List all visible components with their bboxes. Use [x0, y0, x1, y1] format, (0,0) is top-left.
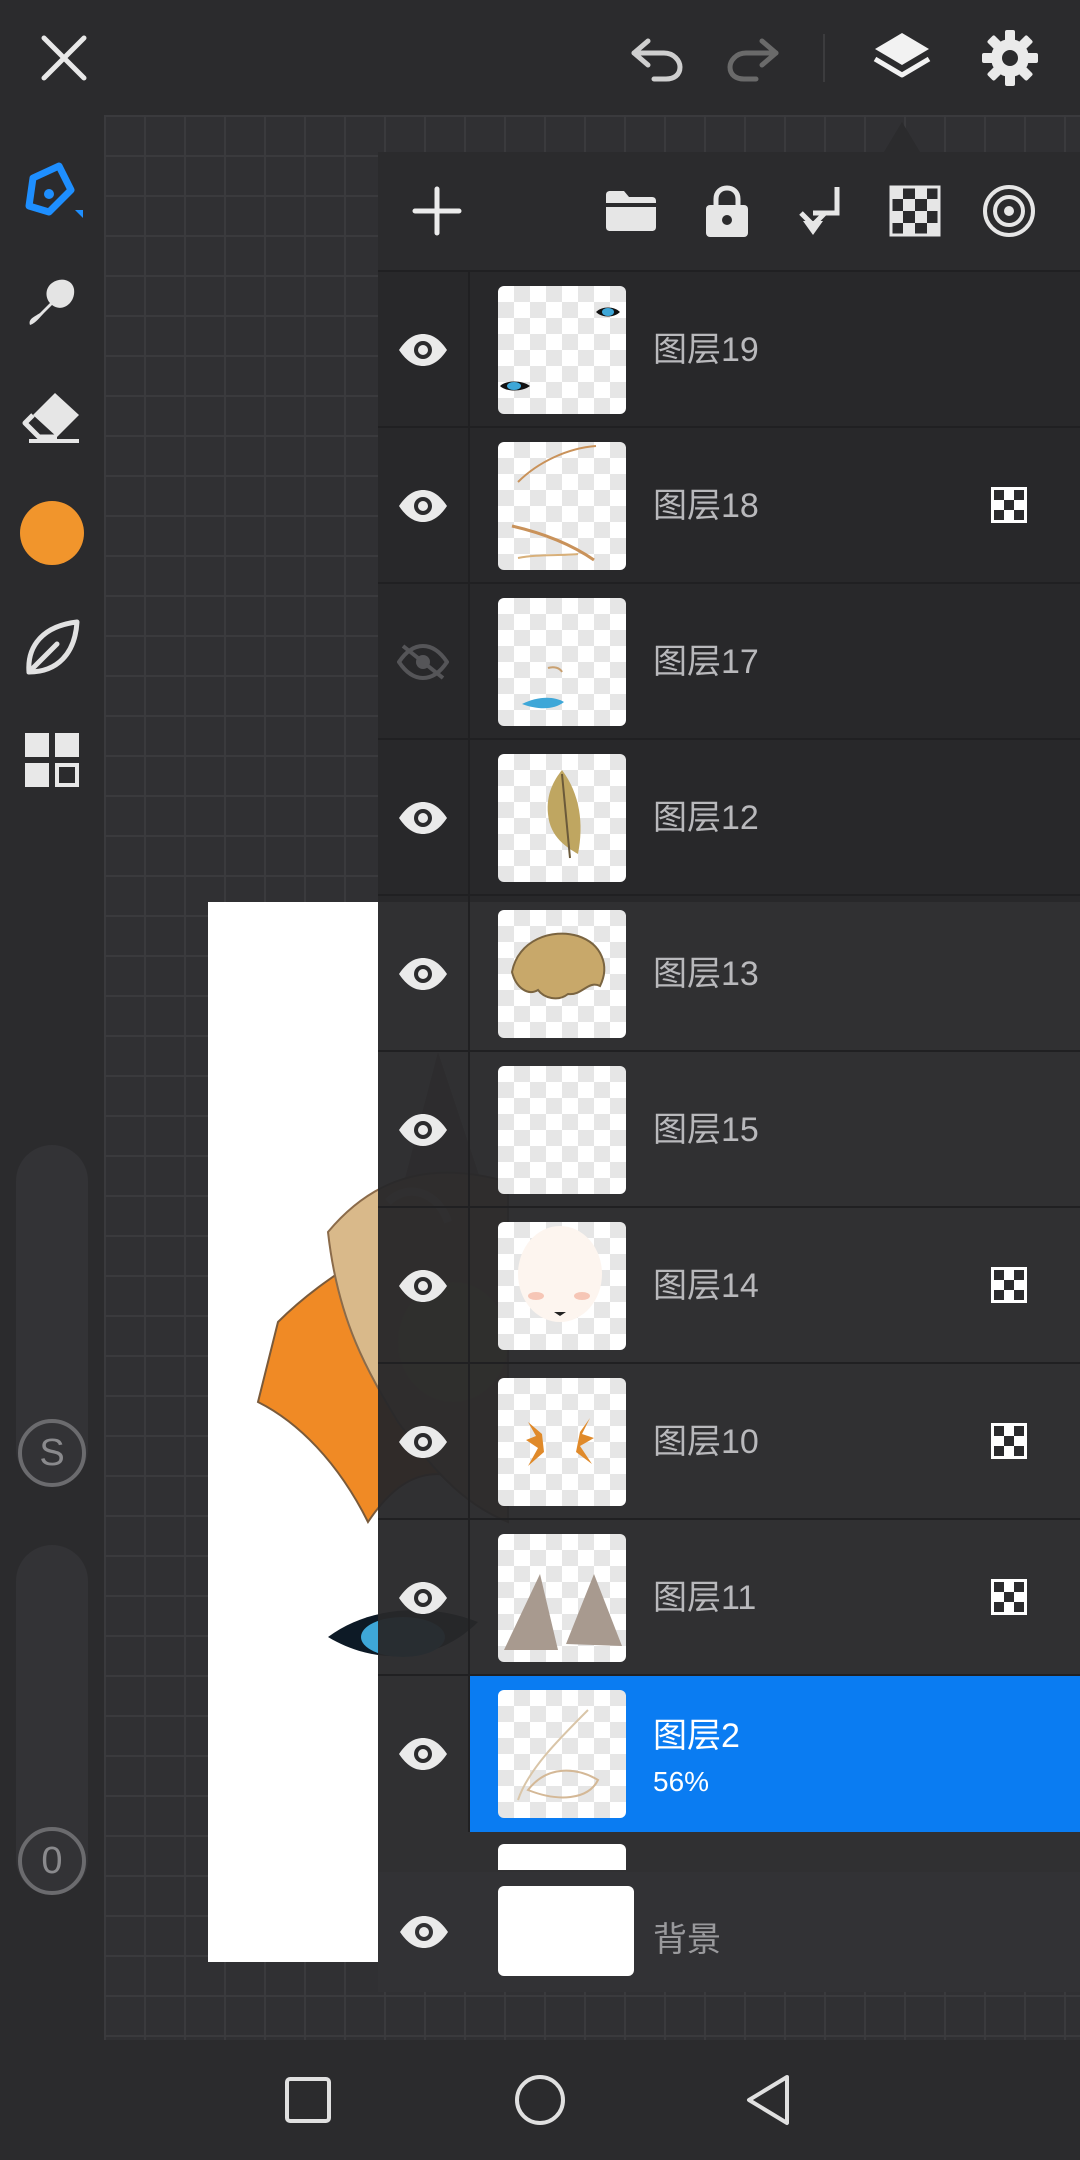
leaf-icon[interactable]: [12, 607, 92, 687]
app-root: S 0 图层19 图层18 图层17 图层12 图层13 图层15 图层14 图…: [0, 0, 1080, 2160]
layer-row-selected[interactable]: 图层2 56%: [378, 1674, 1080, 1832]
lock-icon[interactable]: [690, 174, 764, 248]
undo-icon[interactable]: [618, 20, 694, 96]
pen-icon[interactable]: [12, 151, 92, 231]
brush-size-knob[interactable]: S: [18, 1419, 86, 1487]
eye-icon[interactable]: [378, 1052, 470, 1208]
layers-toolbar: [378, 152, 1080, 270]
eye-icon[interactable]: [378, 1364, 470, 1520]
layer-row[interactable]: 图层11: [378, 1518, 1080, 1676]
size-knob-label: S: [39, 1431, 65, 1474]
layer-row[interactable]: 图层14: [378, 1206, 1080, 1364]
layer-thumbnail: [498, 286, 626, 414]
home-icon[interactable]: [502, 2062, 578, 2138]
background-layer-row[interactable]: 背景: [378, 1872, 1080, 1992]
target-icon[interactable]: [972, 174, 1046, 248]
redo-icon[interactable]: [716, 20, 792, 96]
eraser-icon[interactable]: [12, 377, 92, 457]
layer-name: 图层12: [653, 799, 759, 837]
eye-icon[interactable]: [378, 1676, 470, 1832]
layer-row[interactable]: 图层19: [378, 270, 1080, 428]
layer-thumbnail: [498, 598, 626, 726]
layer-name: 图层14: [653, 1267, 759, 1305]
layer-thumbnail: [498, 1690, 626, 1818]
merge-down-icon[interactable]: [786, 174, 860, 248]
layer-row[interactable]: 图层17: [378, 582, 1080, 740]
transparency-icon[interactable]: [878, 174, 952, 248]
smudge-icon[interactable]: [12, 263, 92, 343]
layers-panel: 图层19 图层18 图层17 图层12 图层13 图层15 图层14 图层10 …: [378, 152, 1080, 1992]
recent-apps-icon[interactable]: [270, 2062, 346, 2138]
clipping-icon: [991, 1579, 1027, 1615]
color-swatch[interactable]: [12, 493, 92, 573]
layer-thumbnail: [498, 1066, 626, 1194]
eye-hidden-icon[interactable]: [378, 584, 470, 740]
layer-row[interactable]: 图层18: [378, 426, 1080, 584]
settings-icon[interactable]: [972, 20, 1048, 96]
clipping-icon: [991, 487, 1027, 523]
layer-row[interactable]: 图层10: [378, 1362, 1080, 1520]
left-toolbar: S 0: [0, 115, 104, 2040]
close-icon[interactable]: [26, 20, 102, 96]
layer-row[interactable]: 图层15: [378, 1050, 1080, 1208]
eye-icon[interactable]: [378, 1520, 470, 1676]
top-bar: [0, 0, 1080, 115]
grid-icon[interactable]: [12, 720, 92, 800]
layer-thumbnail: [498, 442, 626, 570]
layer-name: 图层17: [653, 643, 759, 681]
layer-name: 图层18: [653, 487, 759, 525]
eye-icon[interactable]: [378, 896, 470, 1052]
eye-icon[interactable]: [378, 740, 470, 896]
eye-icon[interactable]: [378, 428, 470, 584]
layer-opacity: 56%: [653, 1766, 710, 1797]
layer-thumbnail: [498, 754, 626, 882]
layer-thumbnail: [498, 1378, 626, 1506]
background-layer-name: 背景: [653, 1921, 721, 1959]
folder-icon[interactable]: [594, 174, 668, 248]
layer-thumbnail: [498, 910, 626, 1038]
add-layer-icon[interactable]: [400, 174, 474, 248]
opacity-knob-label: 0: [41, 1839, 63, 1882]
layer-row[interactable]: 图层12: [378, 738, 1080, 896]
background-thumbnail: [498, 1886, 634, 1976]
toolbar-divider: [823, 34, 825, 82]
layers-icon[interactable]: [864, 20, 940, 96]
layer-name: 图层10: [653, 1423, 759, 1461]
layer-name: 图层13: [653, 955, 759, 993]
layer-name: 图层11: [653, 1579, 757, 1617]
layer-name: 图层19: [653, 331, 759, 369]
layer-thumbnail: [498, 1222, 626, 1350]
eye-icon[interactable]: [378, 1208, 470, 1364]
panel-caret: [884, 122, 920, 152]
layer-row[interactable]: 图层13: [378, 894, 1080, 1052]
opacity-knob[interactable]: 0: [18, 1827, 86, 1895]
back-icon[interactable]: [730, 2062, 806, 2138]
partial-layer-thumbnail: [498, 1844, 626, 1870]
clipping-icon: [991, 1423, 1027, 1459]
eye-icon[interactable]: [378, 272, 470, 428]
layer-thumbnail: [498, 1534, 626, 1662]
system-nav-bar: [0, 2040, 1080, 2160]
layer-name: 图层2: [653, 1717, 740, 1755]
layer-name: 图层15: [653, 1111, 759, 1149]
eye-icon[interactable]: [378, 1872, 470, 1992]
clipping-icon: [991, 1267, 1027, 1303]
